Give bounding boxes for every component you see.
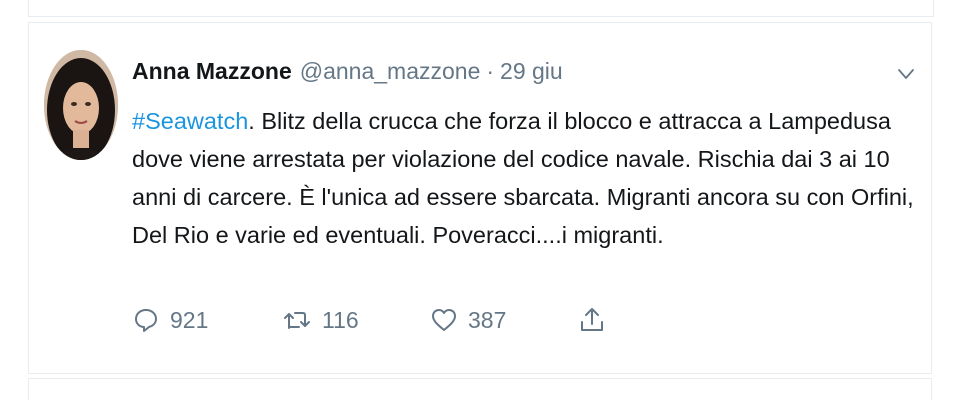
reply-button[interactable]: 921 (132, 300, 208, 340)
avatar-portrait-icon (44, 50, 118, 160)
chevron-down-icon[interactable] (896, 64, 916, 84)
hashtag-link[interactable]: #Seawatch (132, 108, 248, 134)
heart-icon (432, 309, 456, 331)
tweet-date[interactable]: 29 giu (500, 58, 563, 85)
next-tweet-edge (28, 378, 932, 400)
timeline: Anna Mazzone @anna_mazzone · 29 giu #Sea… (0, 0, 960, 400)
share-upload-icon (581, 308, 603, 331)
retweet-icon (284, 312, 310, 329)
reply-bubble-icon (135, 309, 157, 332)
like-count: 387 (468, 306, 507, 333)
avatar[interactable] (44, 50, 118, 160)
reply-count: 921 (170, 306, 209, 333)
author-name[interactable]: Anna Mazzone (132, 58, 292, 85)
retweet-button[interactable]: 116 (282, 300, 359, 340)
tweet-body: . Blitz della crucca che forza il blocco… (132, 108, 914, 248)
share-button[interactable] (578, 300, 616, 340)
author-handle[interactable]: @anna_mazzone (300, 58, 481, 85)
tweet-actions: 921 116 387 (132, 300, 652, 340)
previous-tweet-edge (28, 0, 934, 17)
tweet-header: Anna Mazzone @anna_mazzone · 29 giu (132, 58, 563, 92)
retweet-count: 116 (322, 306, 359, 333)
tweet-text: #Seawatch. Blitz della crucca che forza … (132, 102, 922, 254)
header-separator: · (486, 58, 495, 84)
like-button[interactable]: 387 (430, 300, 506, 340)
